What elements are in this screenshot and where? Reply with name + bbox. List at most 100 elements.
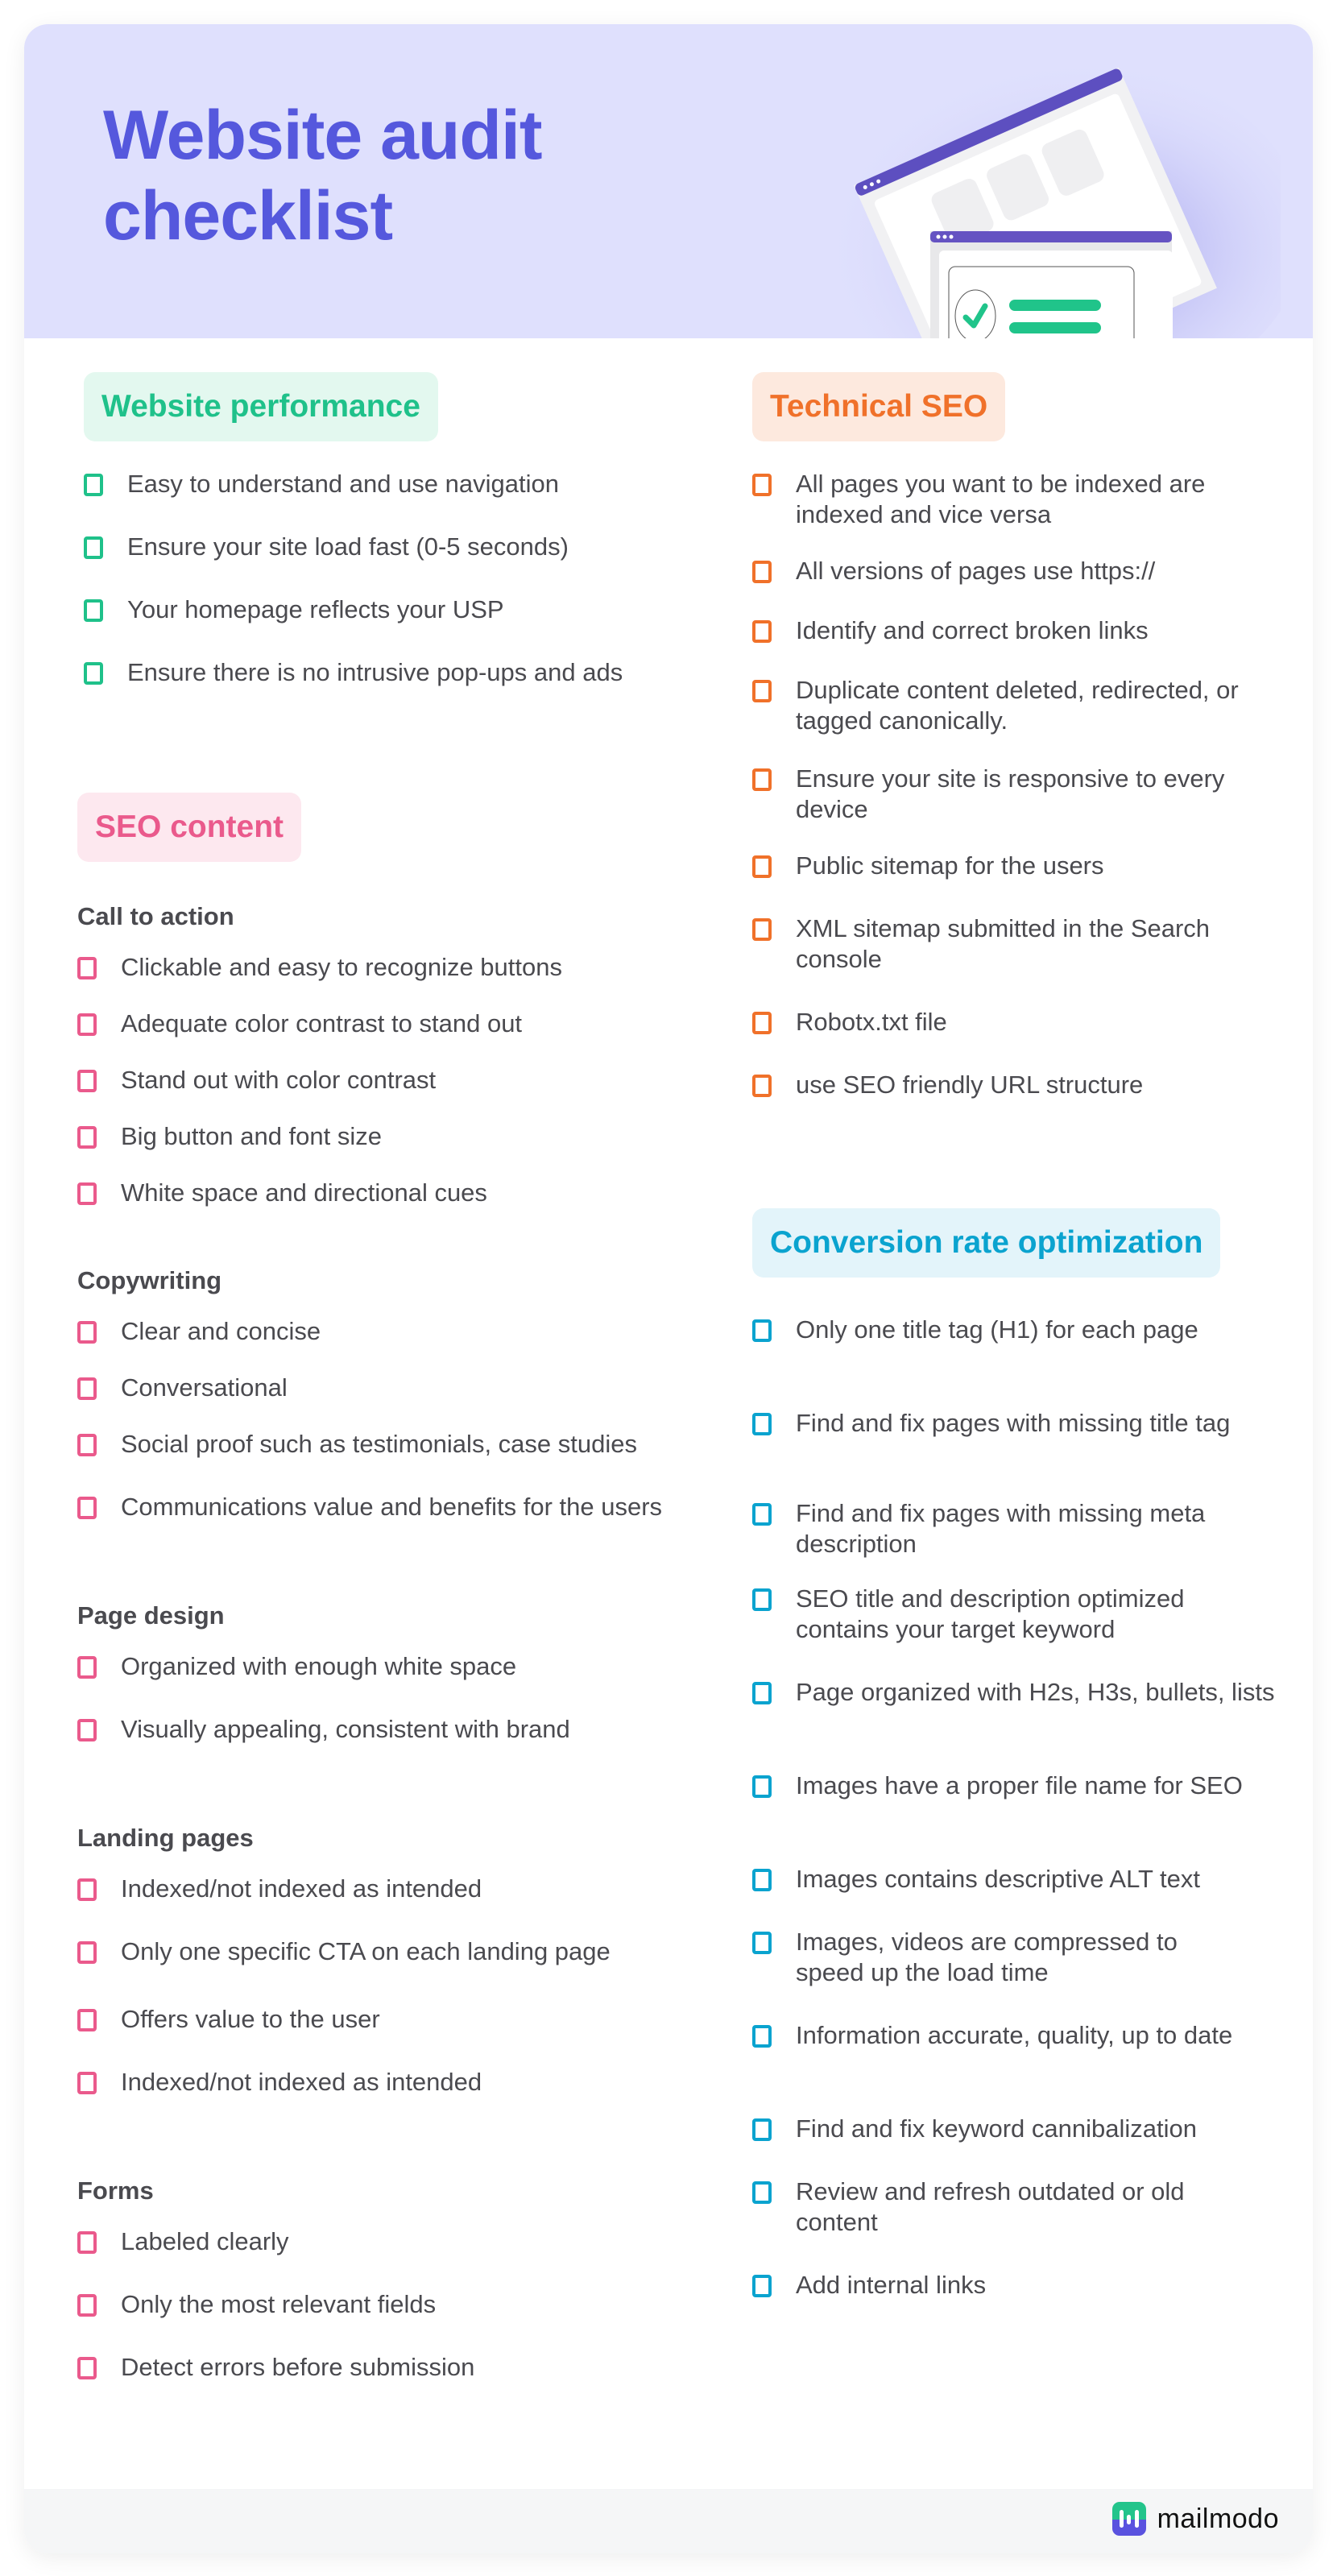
item-label: Find and fix pages with missing title ta… [796, 1409, 1231, 1437]
checkbox-icon[interactable] [752, 680, 772, 702]
checklist-item[interactable]: Adequate color contrast to stand out [77, 1008, 522, 1039]
checkbox-icon[interactable] [77, 1070, 97, 1092]
checklist-item[interactable]: Find and fix pages with missing meta des… [752, 1498, 1279, 1559]
checkbox-icon[interactable] [77, 2294, 97, 2317]
checklist-item[interactable]: Images, videos are compressed to speed u… [752, 1927, 1247, 1988]
checkbox-icon[interactable] [77, 1878, 97, 1901]
checklist-item[interactable]: Indexed/not indexed as intended [77, 2067, 482, 2098]
checkbox-icon[interactable] [77, 2231, 97, 2254]
checklist-item[interactable]: Organized with enough white space [77, 1651, 516, 1682]
checkbox-icon[interactable] [752, 2118, 772, 2141]
checklist-content: Website performance Easy to understand a… [24, 338, 1313, 2489]
checkbox-icon[interactable] [752, 855, 772, 878]
checklist-item[interactable]: Information accurate, quality, up to dat… [752, 2020, 1247, 2051]
checkbox-icon[interactable] [77, 1013, 97, 1036]
checklist-item[interactable]: Ensure your site load fast (0-5 seconds) [84, 532, 569, 562]
checklist-item[interactable]: Ensure your site is responsive to every … [752, 764, 1287, 825]
checkbox-icon[interactable] [752, 2181, 772, 2204]
checkbox-icon[interactable] [77, 2357, 97, 2379]
item-label: Review and refresh outdated or old conte… [796, 2177, 1185, 2236]
checkbox-icon[interactable] [752, 1413, 772, 1435]
checklist-item[interactable]: SEO title and description optimized cont… [752, 1584, 1279, 1645]
item-label: SEO title and description optimized cont… [796, 1584, 1185, 1643]
subsection-title-page-design: Page design [77, 1601, 225, 1630]
checkbox-icon[interactable] [84, 599, 103, 622]
checklist-item[interactable]: Communications value and benefits for th… [77, 1492, 706, 1522]
checklist-item[interactable]: Robotx.txt file [752, 1007, 1287, 1037]
checklist-item[interactable]: Visually appealing, consistent with bran… [77, 1714, 570, 1745]
checkbox-icon[interactable] [77, 1377, 97, 1400]
checkbox-icon[interactable] [752, 1012, 772, 1034]
item-label: Only one title tag (H1) for each page [796, 1315, 1198, 1344]
checkbox-icon[interactable] [84, 662, 103, 685]
item-label: Robotx.txt file [796, 1008, 947, 1036]
checkbox-icon[interactable] [752, 1503, 772, 1526]
checklist-item[interactable]: Images have a proper file name for SEO [752, 1770, 1247, 1801]
checklist-item[interactable]: Your homepage reflects your USP [84, 594, 504, 625]
checklist-item[interactable]: Only one title tag (H1) for each page [752, 1315, 1231, 1345]
checkbox-icon[interactable] [752, 1932, 772, 1954]
checklist-item[interactable]: Find and fix pages with missing title ta… [752, 1408, 1279, 1439]
checklist-item[interactable]: XML sitemap submitted in the Search cons… [752, 913, 1287, 975]
checklist-item[interactable]: Clickable and easy to recognize buttons [77, 952, 562, 983]
checkbox-icon[interactable] [752, 1775, 772, 1798]
checklist-item[interactable]: All versions of pages use https:// [752, 556, 1287, 586]
checkbox-icon[interactable] [77, 1434, 97, 1456]
checkbox-icon[interactable] [77, 1497, 97, 1519]
checkbox-icon[interactable] [77, 1126, 97, 1149]
checklist-item[interactable]: Clear and concise [77, 1316, 321, 1347]
item-label: Information accurate, quality, up to dat… [796, 2021, 1233, 2049]
checkbox-icon[interactable] [752, 2025, 772, 2048]
checklist-item[interactable]: Images contains descriptive ALT text [752, 1864, 1287, 1895]
checklist-item[interactable]: All pages you want to be indexed are ind… [752, 469, 1287, 530]
checklist-item[interactable]: Only the most relevant fields [77, 2289, 436, 2320]
checkbox-icon[interactable] [77, 1719, 97, 1741]
checkbox-icon[interactable] [77, 2072, 97, 2094]
checklist-item[interactable]: Only one specific CTA on each landing pa… [77, 1936, 611, 1967]
checkbox-icon[interactable] [752, 1075, 772, 1097]
checkbox-icon[interactable] [752, 561, 772, 583]
checklist-item[interactable]: Ensure there is no intrusive pop-ups and… [84, 657, 623, 688]
checklist-item[interactable]: Big button and font size [77, 1121, 382, 1152]
checkbox-icon[interactable] [752, 918, 772, 941]
checkbox-icon[interactable] [752, 1869, 772, 1891]
checkbox-icon[interactable] [752, 1588, 772, 1611]
checklist-item[interactable]: Stand out with color contrast [77, 1065, 436, 1095]
checklist-item[interactable]: White space and directional cues [77, 1178, 487, 1208]
checkbox-icon[interactable] [752, 768, 772, 791]
checkbox-icon[interactable] [84, 474, 103, 496]
checkbox-icon[interactable] [77, 2009, 97, 2031]
checkbox-icon[interactable] [752, 1682, 772, 1704]
checklist-item[interactable]: Detect errors before submission [77, 2352, 474, 2383]
checklist-item[interactable]: Identify and correct broken links [752, 615, 1287, 646]
checklist-item[interactable]: Easy to understand and use navigation [84, 469, 559, 499]
checkbox-icon[interactable] [84, 536, 103, 559]
checklist-item[interactable]: Offers value to the user [77, 2004, 380, 2035]
checkbox-icon[interactable] [752, 1319, 772, 1342]
checkbox-icon[interactable] [752, 2275, 772, 2297]
checklist-item[interactable]: Labeled clearly [77, 2226, 289, 2257]
checklist-item[interactable]: Add internal links [752, 2270, 1247, 2301]
item-label: Stand out with color contrast [121, 1066, 437, 1094]
checkbox-icon[interactable] [77, 1321, 97, 1344]
mailmodo-logo-icon [1111, 2502, 1146, 2536]
checkbox-icon[interactable] [752, 620, 772, 643]
checklist-item[interactable]: Social proof such as testimonials, case … [77, 1429, 637, 1460]
checkbox-icon[interactable] [752, 474, 772, 496]
checkbox-icon[interactable] [77, 957, 97, 979]
item-label: Clear and concise [121, 1317, 321, 1345]
subsection-title-forms: Forms [77, 2176, 154, 2205]
checklist-item[interactable]: use SEO friendly URL structure [752, 1070, 1287, 1100]
brand-logo[interactable]: mailmodo [1111, 2502, 1279, 2536]
checklist-item[interactable]: Conversational [77, 1373, 288, 1403]
checkbox-icon[interactable] [77, 1182, 97, 1205]
checklist-item[interactable]: Public sitemap for the users [752, 851, 1287, 881]
checklist-item[interactable]: Duplicate content deleted, redirected, o… [752, 675, 1287, 736]
checklist-item[interactable]: Find and fix keyword cannibalization [752, 2114, 1287, 2144]
checklist-item[interactable]: Review and refresh outdated or old conte… [752, 2176, 1247, 2238]
item-label: Communications value and benefits for th… [121, 1493, 663, 1521]
checklist-item[interactable]: Page organized with H2s, H3s, bullets, l… [752, 1677, 1287, 1708]
checkbox-icon[interactable] [77, 1656, 97, 1679]
checklist-item[interactable]: Indexed/not indexed as intended [77, 1874, 482, 1904]
checkbox-icon[interactable] [77, 1941, 97, 1964]
